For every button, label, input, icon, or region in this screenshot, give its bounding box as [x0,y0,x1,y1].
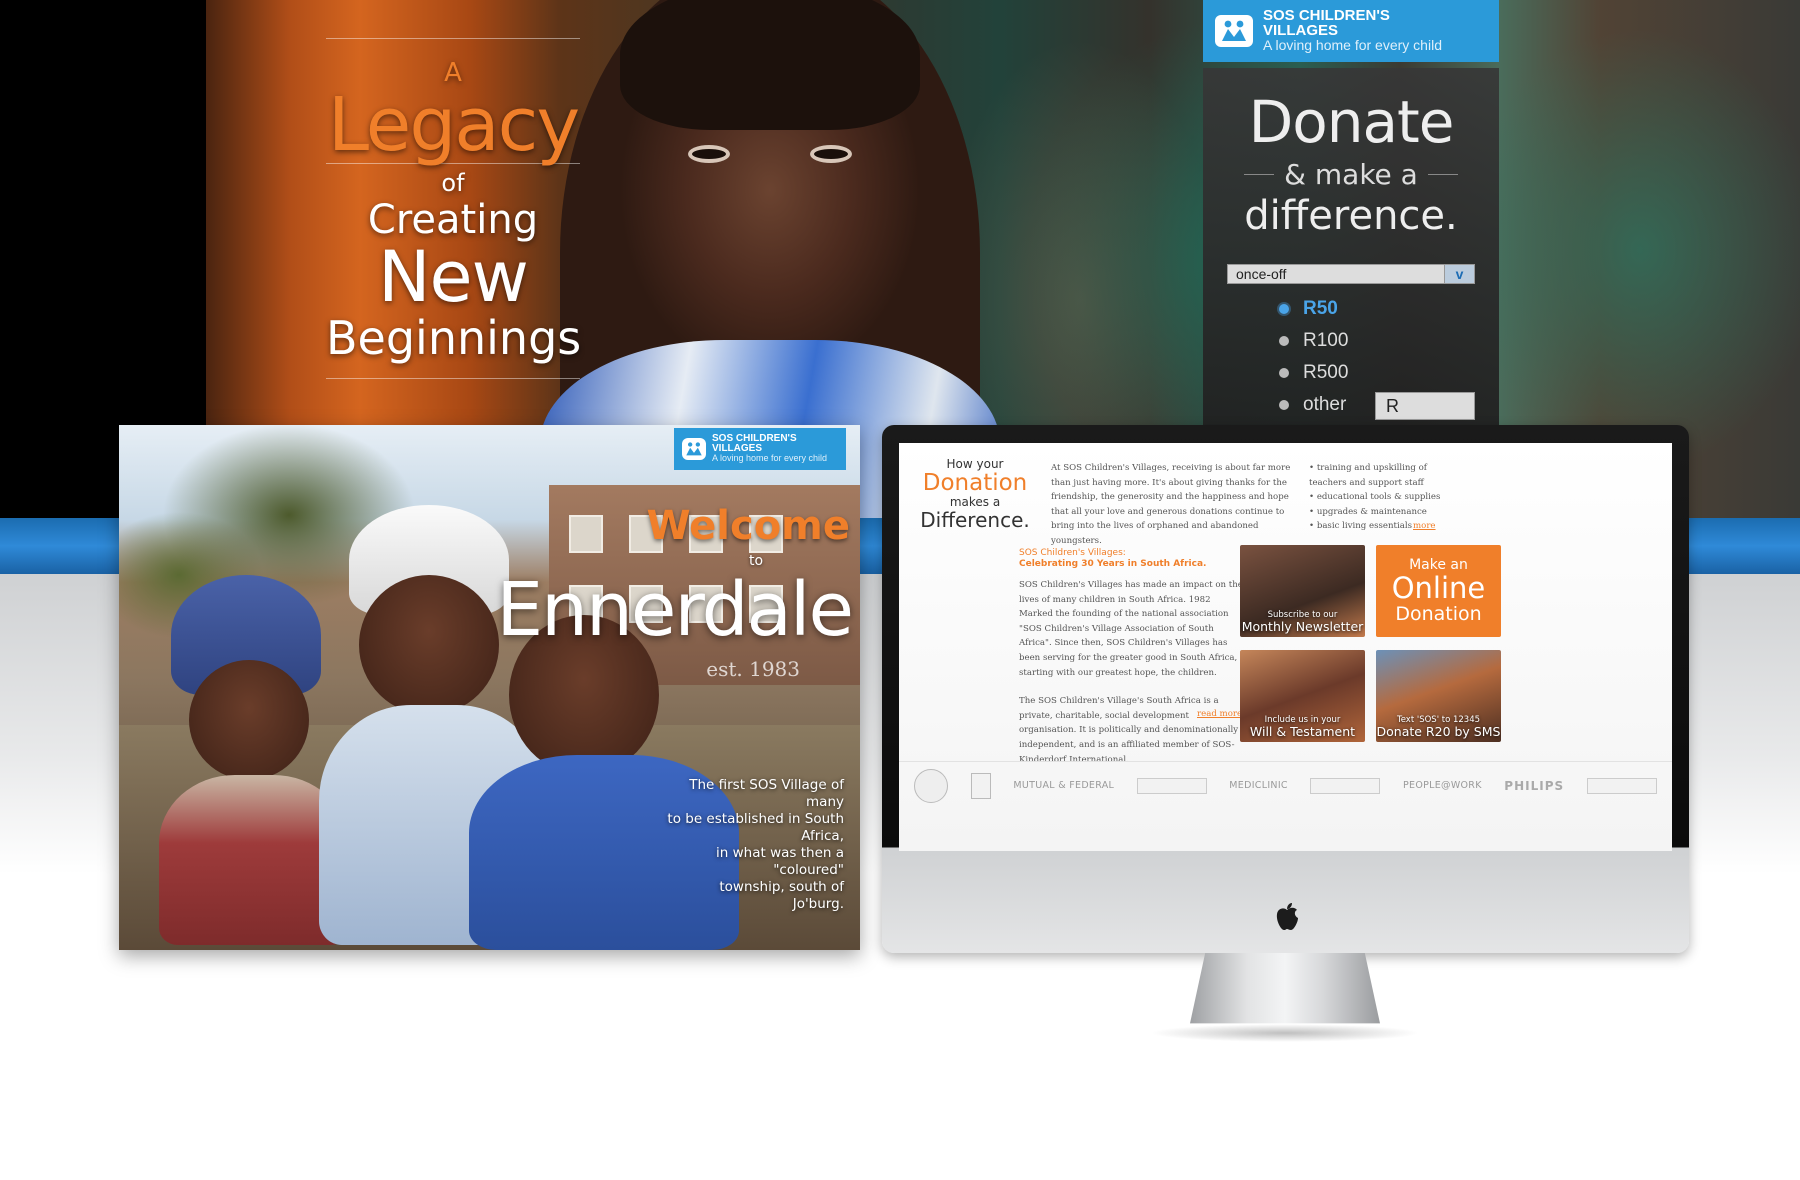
frequency-value: once-off [1236,266,1287,282]
sos-logo[interactable]: SOS CHILDREN'S VILLAGES A loving home fo… [1203,0,1499,62]
radio-icon [1279,400,1289,410]
amount-option-other[interactable]: other [1279,394,1346,416]
sponsor-logo-placeholder [1586,777,1657,794]
donate-title: Donate [1248,88,1455,156]
radio-icon [1279,368,1289,378]
chevron-down-icon[interactable]: v [1444,265,1474,283]
hero-headline: A Legacy of Creating New Beginnings [326,38,582,379]
sponsor-badge-icon [914,768,949,803]
established-year: est. 1983 [706,657,800,681]
list-item: training and upskilling of teachers and … [1309,461,1449,490]
logo-name-line2: VILLAGES [1263,22,1339,40]
sponsor-logo-placeholder [1136,777,1207,794]
sponsor-logo-placeholder [1310,777,1381,794]
sms-donation-tile[interactable]: Text 'SOS' to 12345 Donate R20 by SMS [1376,650,1501,742]
celebrate-heading: SOS Children's Villages: Celebrating 30 … [1019,548,1207,569]
list-item: upgrades & maintenance [1309,505,1449,520]
sponsor-logos: MUTUAL & FEDERAL MEDICLINIC PEOPLE@WORK … [899,761,1672,809]
paragraph: SOS Children's Villages has made an impa… [1019,580,1243,678]
amount-option-r100[interactable]: R100 [1279,330,1348,352]
more-link[interactable]: more [1413,519,1436,534]
imac-screen: How your Donation makes a Difference. At… [899,443,1672,851]
donate-subtitle: & make a [1203,158,1499,191]
brochure-caption: The first SOS Village of many to be esta… [667,777,844,912]
frequency-select[interactable]: once-off v [1227,264,1475,284]
will-testament-tile[interactable]: Include us in your Will & Testament [1240,650,1365,742]
amount-option-r50[interactable]: R50 [1279,298,1338,320]
brochure-spread: SOS CHILDREN'S VILLAGES A loving home fo… [119,425,860,950]
read-more-link[interactable]: read more [1197,709,1242,719]
sponsor-people-at-work: PEOPLE@WORK [1403,780,1482,791]
sponsor-square-icon [970,772,991,799]
celebrate-body: SOS Children's Villages has made an impa… [1019,578,1243,781]
place-name: Ennerdale [496,567,854,653]
headline-beginnings: Beginnings [326,311,582,365]
paragraph: The SOS Children's Village's South Afric… [1019,696,1239,765]
sos-family-icon [1215,15,1253,47]
how-donation-heading: How your Donation makes a Difference. [920,457,1030,532]
sos-logo: SOS CHILDREN'S VILLAGES A loving home fo… [674,428,846,470]
list-item: educational tools & supplies [1309,490,1449,505]
donate-line3: difference. [1244,193,1458,239]
sponsor-mutual-federal: MUTUAL & FEDERAL [1013,780,1115,791]
headline-legacy: Legacy [327,82,580,168]
other-amount-input[interactable]: R [1375,392,1475,420]
imac-stand [1190,953,1380,1024]
headline-new: New [378,236,529,318]
logo-name-line1: SOS CHILDREN'S [1263,7,1390,25]
logo-tagline: A loving home for every child [712,453,828,464]
sponsor-mediclinic: MEDICLINIC [1229,780,1288,791]
headline-of: of [441,169,465,197]
intro-paragraph: At SOS Children's Villages, receiving is… [1051,463,1291,546]
logo-tagline: A loving home for every child [1263,37,1442,54]
apple-logo-icon [1276,903,1298,930]
donation-uses-list: training and upskilling of teachers and … [1309,461,1449,534]
online-donation-tile[interactable]: Make an Online Donation [1376,545,1501,637]
sos-family-icon [682,438,706,460]
amount-option-r500[interactable]: R500 [1279,362,1348,384]
sponsor-philips: PHILIPS [1504,778,1565,793]
welcome-heading: Welcome [646,503,850,549]
imac-shadow [1150,1024,1420,1042]
newsletter-tile[interactable]: Subscribe to our Monthly Newsletter [1240,545,1365,637]
radio-icon [1279,336,1289,346]
radio-icon [1279,304,1289,314]
